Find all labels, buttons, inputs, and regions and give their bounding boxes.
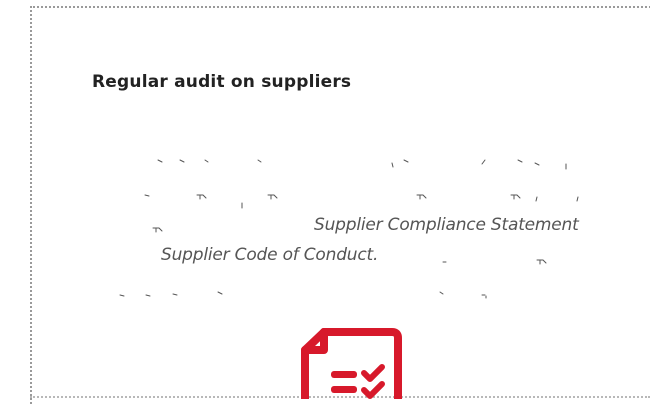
supplier-compliance-statement: Supplier Compliance Statement bbox=[314, 215, 579, 235]
checklist-document-icon bbox=[300, 326, 402, 399]
supplier-code-of-conduct: Supplier Code of Conduct. bbox=[161, 245, 379, 265]
